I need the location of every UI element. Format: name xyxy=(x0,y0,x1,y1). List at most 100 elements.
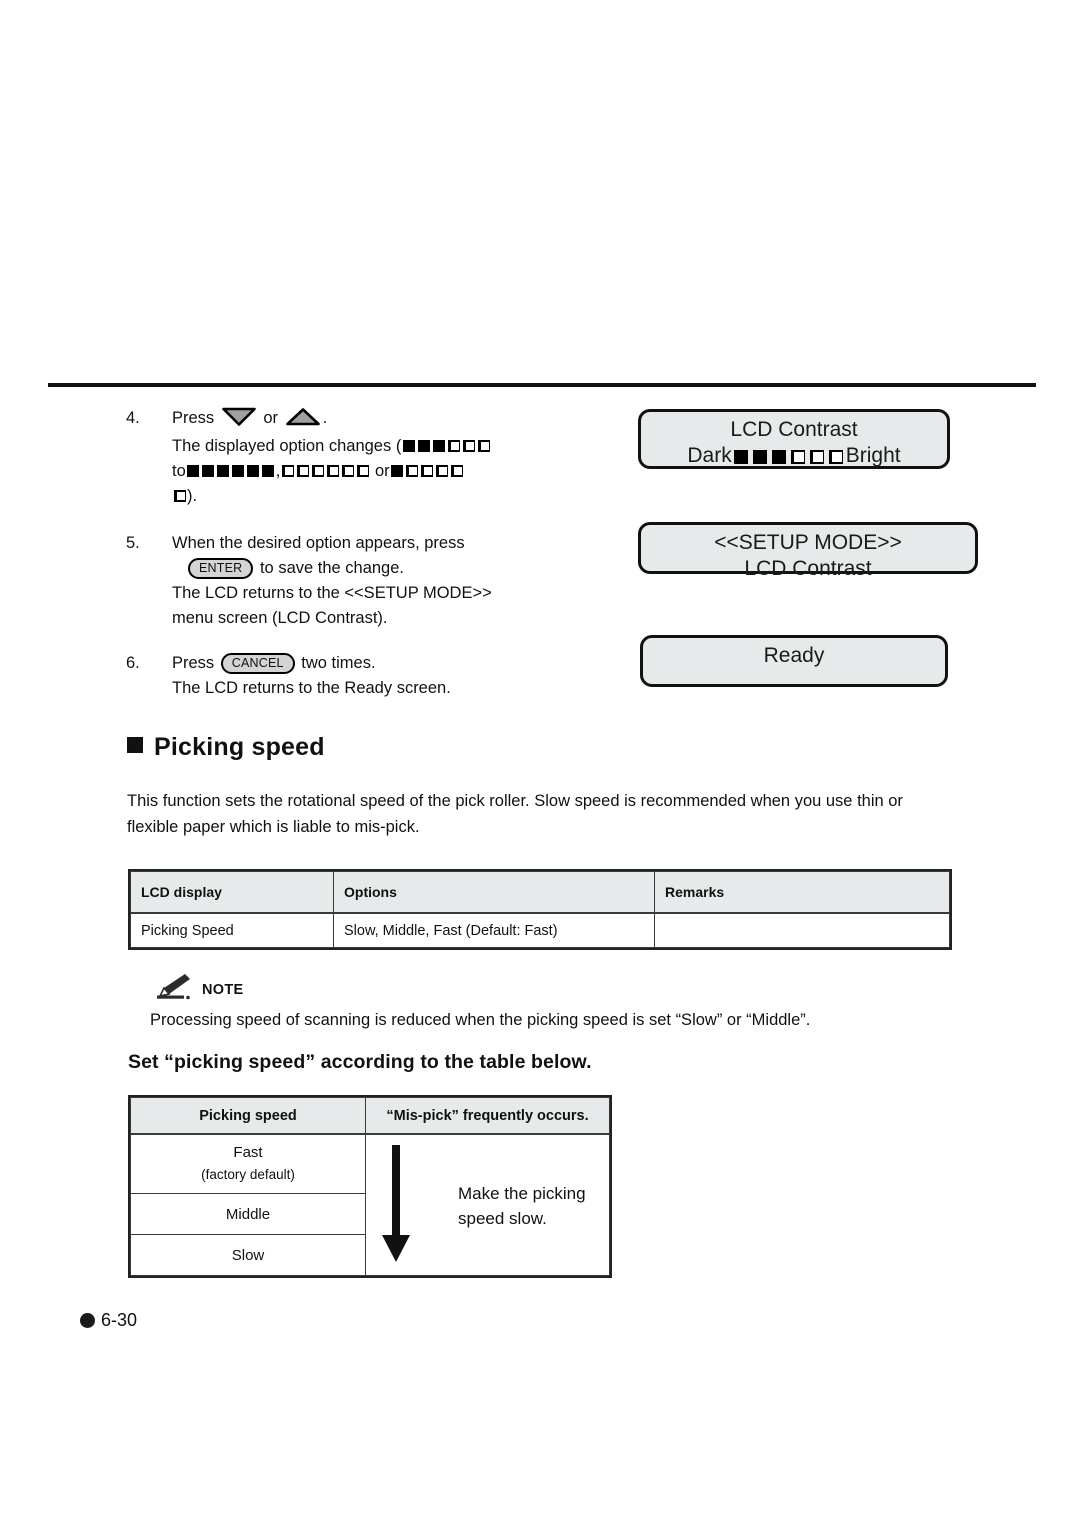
block-open-icon xyxy=(810,450,825,464)
lcd-1-line-2: Dark Bright xyxy=(641,443,947,469)
cell-speed-fast: Fast (factory default) xyxy=(130,1133,366,1194)
down-arrow-key-icon[interactable] xyxy=(221,407,256,434)
block-filled-icon xyxy=(202,465,215,477)
step-4-comma: , xyxy=(275,462,281,480)
block-open-icon xyxy=(451,465,464,477)
step-4-or2-label: or xyxy=(374,462,390,480)
step-6-times-label: two times. xyxy=(301,654,376,672)
block-open-icon xyxy=(791,450,806,464)
block-filled-icon xyxy=(217,465,230,477)
block-open-icon xyxy=(281,465,294,477)
picking-speed-table: Picking speed “Mis-pick” frequently occu… xyxy=(128,1095,612,1278)
step-5-line-3: The LCD returns to the <<SETUP MODE>> xyxy=(172,584,492,602)
up-arrow-key-icon[interactable] xyxy=(285,407,320,434)
step-5-line-4: menu screen (LCD Contrast). xyxy=(172,609,388,627)
cell-speed-slow: Slow xyxy=(130,1234,366,1276)
lcd-2-line-2: LCD Contrast xyxy=(744,557,872,580)
col-header-options: Options xyxy=(333,871,655,914)
step-5-save-text: to save the change. xyxy=(259,559,404,577)
lcd-screen-setup-mode: <<SETUP MODE>> LCD Contrast xyxy=(638,522,978,580)
step-4-number: 4. xyxy=(126,409,140,427)
col-header-mispick: “Mis-pick” frequently occurs. xyxy=(365,1097,610,1135)
lcd-3-line-1: Ready xyxy=(763,644,825,667)
step-4-line-1: Press or . xyxy=(172,406,546,434)
step-4-press-label: Press xyxy=(172,409,215,427)
step-6-line-1: Press CANCEL two times. xyxy=(172,651,546,676)
lcd-2-line-1: <<SETUP MODE>> xyxy=(714,531,902,554)
block-open-icon xyxy=(406,465,419,477)
block-open-icon xyxy=(447,440,460,452)
section-paragraph: This function sets the rotational speed … xyxy=(127,792,903,836)
col-header-lcd-display: LCD display xyxy=(130,871,334,914)
step-4: 4. Press or . The displayed option chang… xyxy=(126,406,546,509)
step-4-to-label: to xyxy=(172,462,186,480)
block-open-icon xyxy=(477,440,490,452)
step-6-line-2: The LCD returns to the Ready screen. xyxy=(172,679,451,697)
block-open-icon xyxy=(829,450,844,464)
step-4-close-paren: ). xyxy=(187,487,198,505)
step-4-changes-text: The displayed option changes ( xyxy=(172,437,402,455)
section-heading: Picking speed xyxy=(127,733,325,762)
cell-speed-middle: Middle xyxy=(130,1193,366,1235)
page-number: 6-30 xyxy=(101,1310,138,1330)
step-6: 6. Press CANCEL two times. The LCD retur… xyxy=(126,651,546,701)
block-filled-icon xyxy=(734,450,749,464)
block-open-icon xyxy=(311,465,324,477)
block-filled-icon xyxy=(772,450,787,464)
square-bullet-icon xyxy=(127,737,143,753)
note-text: Processing speed of scanning is reduced … xyxy=(150,1011,811,1029)
table-header-row: Picking speed “Mis-pick” frequently occu… xyxy=(130,1097,610,1135)
note-pencil-icon xyxy=(152,972,192,1007)
table-header-row: LCD display Options Remarks xyxy=(130,871,950,914)
block-open-icon xyxy=(462,440,475,452)
step-4-or-label: or xyxy=(263,409,279,427)
block-filled-icon xyxy=(232,465,245,477)
block-filled-icon xyxy=(262,465,275,477)
lcd-screen-contrast-bar: LCD Contrast Dark Bright xyxy=(638,409,950,469)
block-filled-icon xyxy=(753,450,768,464)
page-footer: 6-30 xyxy=(80,1310,137,1331)
cell-remarks xyxy=(654,912,950,948)
cancel-key-button[interactable]: CANCEL xyxy=(220,653,295,674)
step-5-number: 5. xyxy=(126,534,140,552)
lcd-screen-ready: Ready xyxy=(640,635,948,687)
header-divider xyxy=(48,383,1036,387)
options-table: LCD display Options Remarks Picking Spee… xyxy=(128,869,952,950)
cell-mispick-annotation: Make the picking speed slow. xyxy=(365,1133,610,1276)
note-header: NOTE xyxy=(152,972,243,1007)
annotation-line-1: Make the picking xyxy=(458,1184,586,1203)
table-row: Fast (factory default) Make the picking … xyxy=(130,1133,610,1276)
col-header-remarks: Remarks xyxy=(654,871,950,914)
bullet-dot-icon xyxy=(80,1313,95,1328)
sub-heading: Set “picking speed” according to the tab… xyxy=(128,1051,592,1073)
block-open-icon xyxy=(421,465,434,477)
step-4-line-4: ). xyxy=(172,484,546,509)
lcd-1-line-1: LCD Contrast xyxy=(730,418,858,441)
annotation-line-2: speed slow. xyxy=(458,1209,547,1228)
block-filled-icon xyxy=(432,440,445,452)
block-open-icon xyxy=(326,465,339,477)
speed-fast-label: Fast xyxy=(233,1144,263,1161)
note-label: NOTE xyxy=(202,981,244,998)
step-4-period: . xyxy=(322,409,328,427)
speed-fast-sublabel: (factory default) xyxy=(201,1167,295,1182)
instruction-steps: 4. Press or . The displayed option chang… xyxy=(126,406,546,723)
cell-options: Slow, Middle, Fast (Default: Fast) xyxy=(333,912,655,948)
step-6-press-label: Press xyxy=(172,654,215,672)
block-filled-icon xyxy=(402,440,415,452)
block-open-icon xyxy=(436,465,449,477)
mispick-annotation-text: Make the picking speed slow. xyxy=(458,1181,586,1231)
col-header-picking-speed: Picking speed xyxy=(130,1097,366,1135)
table-row: Picking Speed Slow, Middle, Fast (Defaul… xyxy=(130,912,950,948)
enter-key-button[interactable]: ENTER xyxy=(188,558,254,579)
block-open-icon xyxy=(356,465,369,477)
block-filled-icon xyxy=(187,465,200,477)
step-5: 5. When the desired option appears, pres… xyxy=(126,531,546,631)
step-5-line-1: When the desired option appears, press xyxy=(172,534,465,552)
block-open-icon xyxy=(173,490,186,502)
cell-lcd-display: Picking Speed xyxy=(130,912,334,948)
step-6-number: 6. xyxy=(126,654,140,672)
lcd-bright-label: Bright xyxy=(845,444,901,467)
lcd-dark-label: Dark xyxy=(687,444,732,467)
block-open-icon xyxy=(341,465,354,477)
